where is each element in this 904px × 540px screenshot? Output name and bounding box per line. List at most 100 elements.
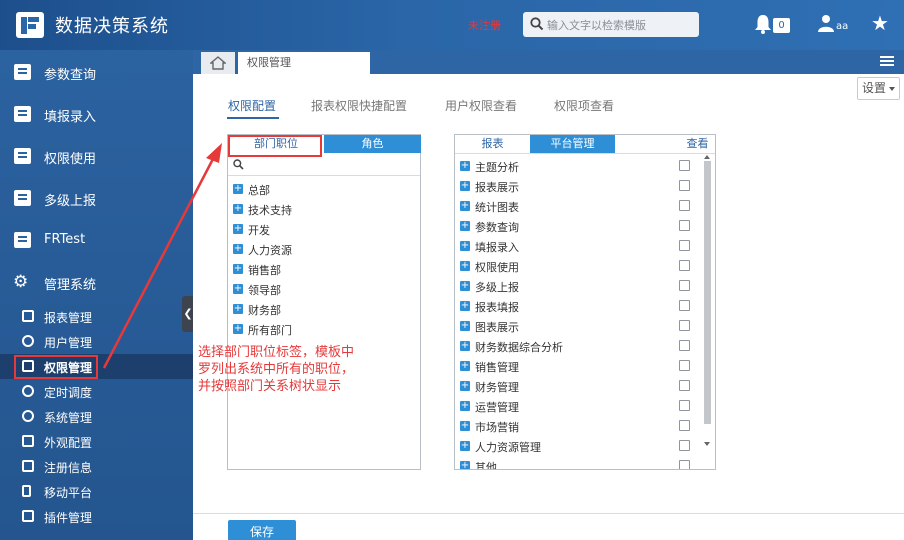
expand-icon[interactable]: + bbox=[460, 241, 470, 251]
report-permission-panel: 报表 平台管理 查看 + 主题分析 + 报表展示 + 统计图表 + 参数查询 + 填报录入… bbox=[454, 134, 716, 470]
sidebar-sub-mobile[interactable]: 移动平台 bbox=[0, 479, 193, 504]
top-bar: 数据决策系统 未注册 输入文字以检索模版 0 aa ★ bbox=[0, 0, 904, 50]
tab-platform-mgmt[interactable]: 平台管理 bbox=[530, 135, 615, 153]
view-checkbox[interactable] bbox=[679, 380, 690, 391]
sidebar-sub-user-mgmt[interactable]: 用户管理 bbox=[0, 329, 193, 354]
view-checkbox[interactable] bbox=[679, 340, 690, 351]
expand-icon[interactable]: + bbox=[233, 204, 243, 214]
tab-role[interactable]: 角色 bbox=[324, 135, 421, 153]
unregistered-label[interactable]: 未注册 bbox=[468, 17, 501, 33]
sidebar-item-permission-use[interactable]: 权限使用 bbox=[0, 135, 193, 177]
active-subtab-underline bbox=[227, 117, 279, 119]
subtab-permission-item-view[interactable]: 权限项查看 bbox=[554, 97, 614, 114]
subtab-quick-config[interactable]: 报表权限快捷配置 bbox=[311, 97, 407, 114]
report-icon bbox=[14, 64, 31, 80]
expand-icon[interactable]: + bbox=[460, 381, 470, 391]
scroll-down-icon[interactable] bbox=[704, 442, 710, 446]
settings-dropdown[interactable]: 设置 bbox=[857, 77, 900, 100]
sidebar-sub-permission-mgmt[interactable]: 权限管理 bbox=[0, 354, 193, 379]
expand-icon[interactable]: + bbox=[460, 201, 470, 211]
sidebar-sub-report-mgmt[interactable]: 报表管理 bbox=[0, 304, 193, 329]
view-checkbox[interactable] bbox=[679, 440, 690, 451]
expand-icon[interactable]: + bbox=[460, 361, 470, 371]
sidebar: 参数查询 填报录入 权限使用 多级上报 FRTest ⚙ 管理系统 报表管理 用户… bbox=[0, 50, 193, 540]
subtab-permission-config[interactable]: 权限配置 bbox=[228, 97, 276, 114]
view-checkbox[interactable] bbox=[679, 300, 690, 311]
user-mgmt-icon bbox=[22, 335, 34, 347]
expand-icon[interactable]: + bbox=[460, 441, 470, 451]
expand-icon[interactable]: + bbox=[233, 224, 243, 234]
expand-icon[interactable]: + bbox=[233, 184, 243, 194]
view-checkbox[interactable] bbox=[679, 320, 690, 331]
menu-icon[interactable] bbox=[880, 56, 894, 58]
view-checkbox[interactable] bbox=[679, 200, 690, 211]
tab-permission-mgmt[interactable]: 权限管理 bbox=[238, 52, 370, 74]
sidebar-item-multilevel-report[interactable]: 多级上报 bbox=[0, 177, 193, 219]
search-input[interactable]: 输入文字以检索模版 bbox=[523, 12, 699, 37]
view-checkbox[interactable] bbox=[679, 460, 690, 469]
expand-icon[interactable]: + bbox=[460, 321, 470, 331]
save-button[interactable]: 保存 bbox=[228, 520, 296, 540]
view-checkbox[interactable] bbox=[679, 400, 690, 411]
expand-icon[interactable]: + bbox=[460, 461, 470, 469]
expand-icon[interactable]: + bbox=[233, 264, 243, 274]
scrollbar[interactable] bbox=[703, 155, 712, 449]
sidebar-sub-registration[interactable]: 注册信息 bbox=[0, 454, 193, 479]
sidebar-sub-schedule[interactable]: 定时调度 bbox=[0, 379, 193, 404]
scroll-up-icon[interactable] bbox=[704, 155, 710, 159]
sidebar-sub-plugins[interactable]: 插件管理 bbox=[0, 504, 193, 529]
star-icon[interactable]: ★ bbox=[871, 13, 889, 33]
home-tab[interactable] bbox=[201, 52, 235, 74]
expand-icon[interactable]: + bbox=[460, 221, 470, 231]
expand-icon[interactable]: + bbox=[233, 244, 243, 254]
system-gear-icon bbox=[22, 410, 34, 422]
dept-search-input[interactable] bbox=[228, 154, 420, 176]
expand-icon[interactable]: + bbox=[460, 261, 470, 271]
user-name[interactable]: aa bbox=[836, 21, 848, 32]
expand-icon[interactable]: + bbox=[460, 161, 470, 171]
expand-icon[interactable]: + bbox=[233, 284, 243, 294]
view-checkbox[interactable] bbox=[679, 280, 690, 291]
expand-icon[interactable]: + bbox=[460, 281, 470, 291]
expand-icon[interactable]: + bbox=[233, 304, 243, 314]
sidebar-sub-system-mgmt[interactable]: 系统管理 bbox=[0, 404, 193, 429]
brush-icon bbox=[22, 435, 34, 447]
view-checkbox[interactable] bbox=[679, 240, 690, 251]
clock-icon bbox=[22, 385, 34, 397]
sidebar-item-frtest[interactable]: FRTest bbox=[0, 219, 193, 261]
view-checkbox[interactable] bbox=[679, 220, 690, 231]
search-icon bbox=[233, 159, 244, 170]
view-checkbox[interactable] bbox=[679, 180, 690, 191]
expand-icon[interactable]: + bbox=[460, 181, 470, 191]
registration-icon bbox=[22, 460, 34, 472]
expand-icon[interactable]: + bbox=[233, 324, 243, 334]
chevron-down-icon bbox=[889, 87, 895, 91]
tab-report[interactable]: 报表 bbox=[455, 135, 530, 153]
dept-role-panel: 部门职位 角色 + 总部 + 技术支持 + 开发 + 人力资源 + 销售部 + 领导部 + 财… bbox=[227, 134, 421, 470]
expand-icon[interactable]: + bbox=[460, 401, 470, 411]
sidebar-item-param-query[interactable]: 参数查询 bbox=[0, 51, 193, 93]
view-checkbox[interactable] bbox=[679, 360, 690, 371]
expand-icon[interactable]: + bbox=[460, 301, 470, 311]
scroll-thumb[interactable] bbox=[704, 161, 711, 424]
annotation-line: 罗列出系统中所有的职位， bbox=[198, 362, 355, 377]
report-icon bbox=[14, 106, 31, 122]
sidebar-item-management[interactable]: ⚙ 管理系统 bbox=[0, 261, 193, 303]
view-checkbox[interactable] bbox=[679, 160, 690, 171]
expand-icon[interactable]: + bbox=[460, 341, 470, 351]
sidebar-item-fill-entry[interactable]: 填报录入 bbox=[0, 93, 193, 135]
notification-badge: 0 bbox=[773, 18, 790, 33]
plugin-icon bbox=[22, 510, 34, 522]
expand-icon[interactable]: + bbox=[460, 421, 470, 431]
bell-icon[interactable] bbox=[754, 14, 772, 34]
annotation-highlight-box bbox=[228, 135, 322, 157]
home-lock-icon bbox=[22, 360, 34, 372]
view-checkbox[interactable] bbox=[679, 420, 690, 431]
header-divider bbox=[455, 153, 715, 154]
subtab-user-permission-view[interactable]: 用户权限查看 bbox=[445, 97, 517, 114]
mobile-icon bbox=[22, 485, 31, 497]
sidebar-sub-appearance[interactable]: 外观配置 bbox=[0, 429, 193, 454]
user-icon[interactable] bbox=[817, 14, 835, 32]
view-checkbox[interactable] bbox=[679, 260, 690, 271]
report-icon bbox=[14, 232, 31, 248]
